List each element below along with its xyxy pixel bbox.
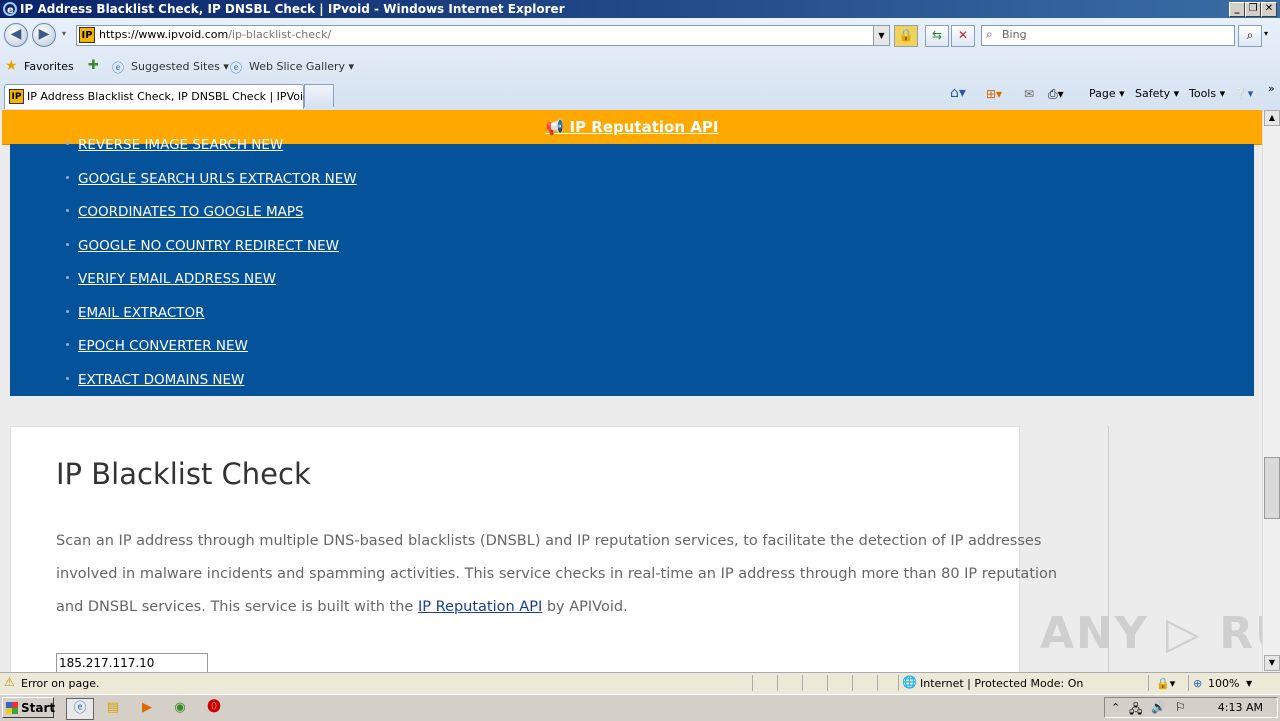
security-lock-button[interactable]: 🔒 (894, 25, 918, 47)
tab-favicon: IP (9, 89, 24, 104)
blacklist-check-card: IP Blacklist Check Scan an IP address th… (10, 426, 1057, 672)
web-slice-icon: ⓔ (230, 61, 243, 75)
menu-item-verify-email-address[interactable]: VERIFY EMAIL ADDRESS NEW (66, 271, 276, 287)
forward-arrow-icon: ▶ (38, 26, 50, 42)
tools-menu[interactable]: Tools ▾ (1189, 87, 1225, 100)
search-provider-icon: ⌕ (986, 27, 993, 41)
status-bar: ⚠ Error on page. 🌐 Internet | Protected … (0, 672, 1280, 695)
page-description: Scan an IP address through multiple DNS-… (56, 533, 1058, 615)
menu-item-reverse-image-search[interactable]: REVERSE IMAGE SEARCH NEW (66, 137, 283, 153)
suggested-sites-link[interactable]: Suggested Sites ▾ (131, 60, 229, 73)
refresh-button[interactable]: ⇆ (925, 25, 949, 47)
safety-menu[interactable]: Safety ▾ (1135, 87, 1179, 100)
suggested-sites-icon: ⓔ (112, 61, 125, 75)
window-title-bar: e IP Address Blacklist Check, IP DNSBL C… (0, 0, 1280, 18)
page-viewport: 📢 IP Reputation API REVERSE IMAGE SEARCH… (0, 110, 1262, 672)
menu-item-epoch-converter[interactable]: EPOCH CONVERTER NEW (66, 338, 248, 354)
history-dropdown-icon[interactable]: ▾ (62, 29, 66, 38)
windows-taskbar: Start ⓔ ▤ ▶ ◉ ⓿ ⌃ 🖧 🔊 ⚐ 4:13 AM (0, 694, 1280, 721)
back-arrow-icon: ◀ (10, 26, 22, 42)
windows-logo-icon (6, 702, 18, 714)
tray-action-center-icon[interactable]: ⚐ (1175, 700, 1186, 714)
menu-item-coordinates-to-google-maps[interactable]: COORDINATES TO GOOGLE MAPS (66, 204, 304, 220)
address-dropdown-button[interactable]: ▼ (873, 26, 889, 45)
address-bar[interactable]: IP https://www.ipvoid.com/ip-blacklist-c… (76, 25, 890, 46)
refresh-icon: ⇆ (931, 28, 943, 42)
taskbar-clock[interactable]: 4:13 AM (1218, 701, 1263, 714)
more-chevron-icon[interactable]: » (1268, 82, 1275, 95)
ip-reputation-api-link[interactable]: 📢 IP Reputation API (546, 118, 719, 136)
taskbar-explorer-icon[interactable]: ▤ (102, 698, 124, 718)
tools-menu-panel: REVERSE IMAGE SEARCH NEW GOOGLE SEARCH U… (10, 137, 1254, 396)
tab-row: IP IP Address Blacklist Check, IP DNSBL … (0, 82, 1280, 110)
start-button[interactable]: Start (2, 697, 55, 718)
home-icon[interactable]: ⌂▾ (950, 85, 966, 101)
security-zone-text[interactable]: Internet | Protected Mode: On (920, 677, 1083, 690)
search-icon: ⌕ (1246, 28, 1254, 42)
search-placeholder: Bing (1002, 28, 1027, 41)
protected-mode-icon[interactable]: 🔒▾ (1156, 677, 1175, 690)
scroll-thumb[interactable] (1264, 457, 1280, 519)
zoom-icon: ⊕ (1193, 677, 1203, 690)
ip-reputation-api-inline-link[interactable]: IP Reputation API (418, 599, 542, 615)
print-icon[interactable]: ⎙▾ (1048, 87, 1064, 102)
stop-icon: ✕ (957, 28, 969, 42)
favorites-button[interactable]: Favorites (24, 60, 74, 73)
tab-ipvoid[interactable]: IP IP Address Blacklist Check, IP DNSBL … (4, 84, 310, 109)
ip-address-input[interactable]: 185.217.117.10 (56, 653, 208, 672)
warning-icon[interactable]: ⚠ (4, 675, 15, 689)
tray-expand-icon[interactable]: ⌃ (1111, 701, 1120, 714)
taskbar-security-icon[interactable]: ⓿ (203, 698, 225, 718)
web-slice-gallery-link[interactable]: Web Slice Gallery ▾ (249, 60, 354, 73)
favorites-star-icon: ★ (5, 58, 18, 74)
back-button[interactable]: ◀ (4, 23, 28, 47)
menu-item-google-search-urls-extractor[interactable]: GOOGLE SEARCH URLS EXTRACTOR NEW (66, 171, 357, 187)
minimize-button[interactable]: _ (1229, 2, 1245, 17)
tab-title: IP Address Blacklist Check, IP DNSBL Che… (27, 90, 311, 103)
help-menu[interactable]: ❔▾ (1234, 87, 1253, 100)
page-title: IP Blacklist Check (56, 457, 311, 491)
ie-icon: e (3, 2, 17, 16)
taskbar-ie-icon[interactable]: ⓔ (66, 698, 94, 720)
page-menu[interactable]: Page ▾ (1089, 87, 1125, 100)
search-options-icon[interactable]: ▾ (1264, 29, 1268, 38)
svg-text:e: e (7, 5, 14, 16)
internet-zone-icon: 🌐 (902, 675, 917, 689)
status-message[interactable]: Error on page. (21, 677, 99, 690)
stop-button[interactable]: ✕ (951, 25, 975, 47)
close-window-button[interactable]: ✕ (1261, 2, 1277, 17)
new-tab-button[interactable] (304, 84, 334, 107)
tray-volume-icon[interactable]: 🔊 (1151, 700, 1166, 714)
zoom-level[interactable]: 100% (1208, 677, 1239, 690)
system-tray: ⌃ 🖧 🔊 ⚐ 4:13 AM (1104, 697, 1278, 718)
zoom-dropdown-icon[interactable]: ▼ (1246, 679, 1252, 688)
feeds-icon[interactable]: ⊞▾ (986, 87, 1002, 101)
forward-button[interactable]: ▶ (32, 23, 56, 47)
taskbar-chrome-icon[interactable]: ◉ (169, 698, 191, 718)
menu-item-email-extractor[interactable]: EMAIL EXTRACTOR (66, 305, 205, 321)
megaphone-icon: 📢 (545, 118, 570, 136)
anyrun-watermark: ANY ▷ RUN (1040, 608, 1262, 659)
menu-item-google-no-country-redirect[interactable]: GOOGLE NO COUNTRY REDIRECT NEW (66, 238, 339, 254)
menu-item-extract-domains[interactable]: EXTRACT DOMAINS NEW (66, 372, 244, 388)
scroll-up-arrow-icon[interactable]: ▲ (1264, 110, 1280, 126)
url-text[interactable]: https://www.ipvoid.com/ip-blacklist-chec… (99, 28, 331, 41)
search-button[interactable]: ⌕ (1238, 25, 1262, 47)
scroll-down-arrow-icon[interactable]: ▼ (1264, 655, 1280, 671)
tray-network-icon[interactable]: 🖧 (1129, 700, 1142, 721)
window-title: IP Address Blacklist Check, IP DNSBL Che… (20, 2, 565, 16)
mail-icon[interactable]: ✉ (1024, 87, 1034, 101)
browser-chrome: ◀ ▶ ▾ IP https://www.ipvoid.com/ip-black… (0, 18, 1280, 110)
page-scrollbar[interactable]: ▲ ▼ (1262, 110, 1280, 672)
taskbar-media-player-icon[interactable]: ▶ (136, 698, 158, 718)
site-favicon: IP (79, 27, 95, 43)
add-favorites-icon[interactable]: ✚ (88, 58, 99, 73)
search-box[interactable]: ⌕ Bing (981, 25, 1235, 46)
lock-icon: 🔒 (898, 28, 914, 42)
maximize-button[interactable]: ❐ (1245, 2, 1261, 17)
